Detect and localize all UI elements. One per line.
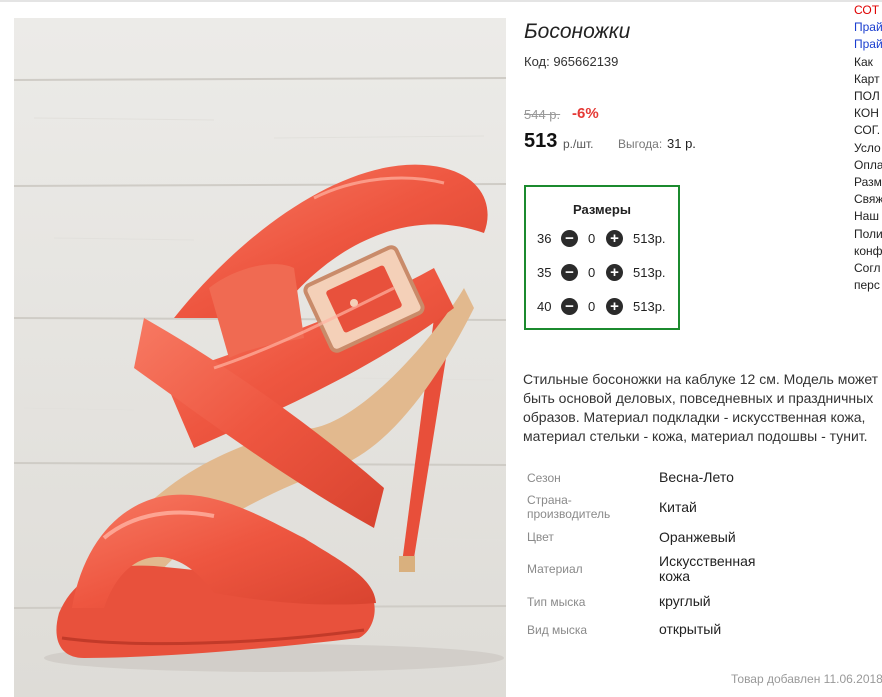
attribute-value: Китай (659, 499, 697, 515)
attribute-label: Страна-производитель (527, 493, 611, 521)
size-row: 35 − 0 + 513р. (536, 262, 676, 284)
size-label: 40 (537, 299, 552, 314)
side-menu-link[interactable]: КОН (854, 105, 882, 122)
sizes-panel: Размеры 36 − 0 + 513р. 35 − 0 + 513р. 40… (524, 185, 680, 330)
increase-quantity-icon[interactable]: + (606, 264, 623, 281)
side-menu: СОТ Прай Прай Как Карт ПОЛ КОН СОГ. Усло Опла Разм… (854, 2, 882, 302)
side-menu-link[interactable]: Прай (854, 19, 882, 36)
top-border (0, 0, 882, 2)
decrease-quantity-icon[interactable]: − (561, 230, 578, 247)
added-date: Товар добавлен 11.06.2018 (731, 672, 882, 686)
size-label: 35 (537, 265, 552, 280)
attribute-value: круглый (659, 593, 711, 609)
side-menu-link[interactable]: ПОЛ (854, 88, 882, 105)
product-image[interactable] (14, 18, 506, 697)
quantity-value: 0 (588, 231, 596, 246)
old-price: 544 р. (524, 107, 561, 122)
side-menu-link[interactable]: Прай (854, 36, 882, 53)
side-menu-link[interactable]: Поли (854, 226, 882, 243)
decrease-quantity-icon[interactable]: − (561, 298, 578, 315)
attribute-value: Оранжевый (659, 529, 736, 545)
quantity-value: 0 (588, 265, 596, 280)
benefit-label: Выгода: (618, 137, 663, 151)
side-menu-link[interactable]: перс (854, 277, 882, 294)
side-menu-link[interactable]: Согл (854, 260, 882, 277)
side-menu-link[interactable]: Опла (854, 157, 882, 174)
increase-quantity-icon[interactable]: + (606, 230, 623, 247)
size-row: 40 − 0 + 513р. (536, 296, 676, 318)
side-menu-link[interactable]: СОГ. (854, 122, 882, 139)
product-code: Код: 965662139 (524, 54, 619, 69)
attribute-label: Вид мыска (527, 623, 588, 637)
sandal-illustration (14, 18, 506, 697)
size-price: 513р. (633, 265, 666, 280)
attribute-label: Сезон (527, 471, 561, 485)
current-price: 513 (524, 130, 558, 152)
sizes-title: Размеры (573, 202, 631, 217)
size-label: 36 (537, 231, 552, 246)
product-title: Босоножки (524, 20, 631, 43)
size-price: 513р. (633, 299, 666, 314)
decrease-quantity-icon[interactable]: − (561, 264, 578, 281)
side-menu-link[interactable]: Как (854, 54, 882, 71)
size-row: 36 − 0 + 513р. (536, 228, 676, 250)
side-menu-link[interactable]: Разм (854, 174, 882, 191)
attribute-value: Весна-Лето (659, 469, 734, 485)
attribute-label: Материал (527, 562, 583, 576)
side-menu-link[interactable]: Наш (854, 208, 882, 225)
attribute-label: Тип мыска (527, 595, 586, 609)
attribute-value: Искусственная кожа (659, 553, 756, 584)
attribute-value: открытый (659, 621, 722, 637)
side-menu-link[interactable]: Карт (854, 71, 882, 88)
discount-badge: -6% (572, 105, 599, 122)
side-menu-link[interactable]: Усло (854, 140, 882, 157)
side-menu-link[interactable]: конф (854, 243, 882, 260)
increase-quantity-icon[interactable]: + (606, 298, 623, 315)
side-menu-link[interactable]: СОТ (854, 2, 882, 19)
product-description: Стильные босоножки на каблуке 12 см. Мод… (523, 371, 879, 444)
price-unit: р./шт. (563, 137, 594, 151)
quantity-value: 0 (588, 299, 596, 314)
benefit-value: 31 р. (667, 136, 696, 151)
size-price: 513р. (633, 231, 666, 246)
side-menu-link[interactable]: Свяж (854, 191, 882, 208)
attribute-label: Цвет (527, 530, 554, 544)
